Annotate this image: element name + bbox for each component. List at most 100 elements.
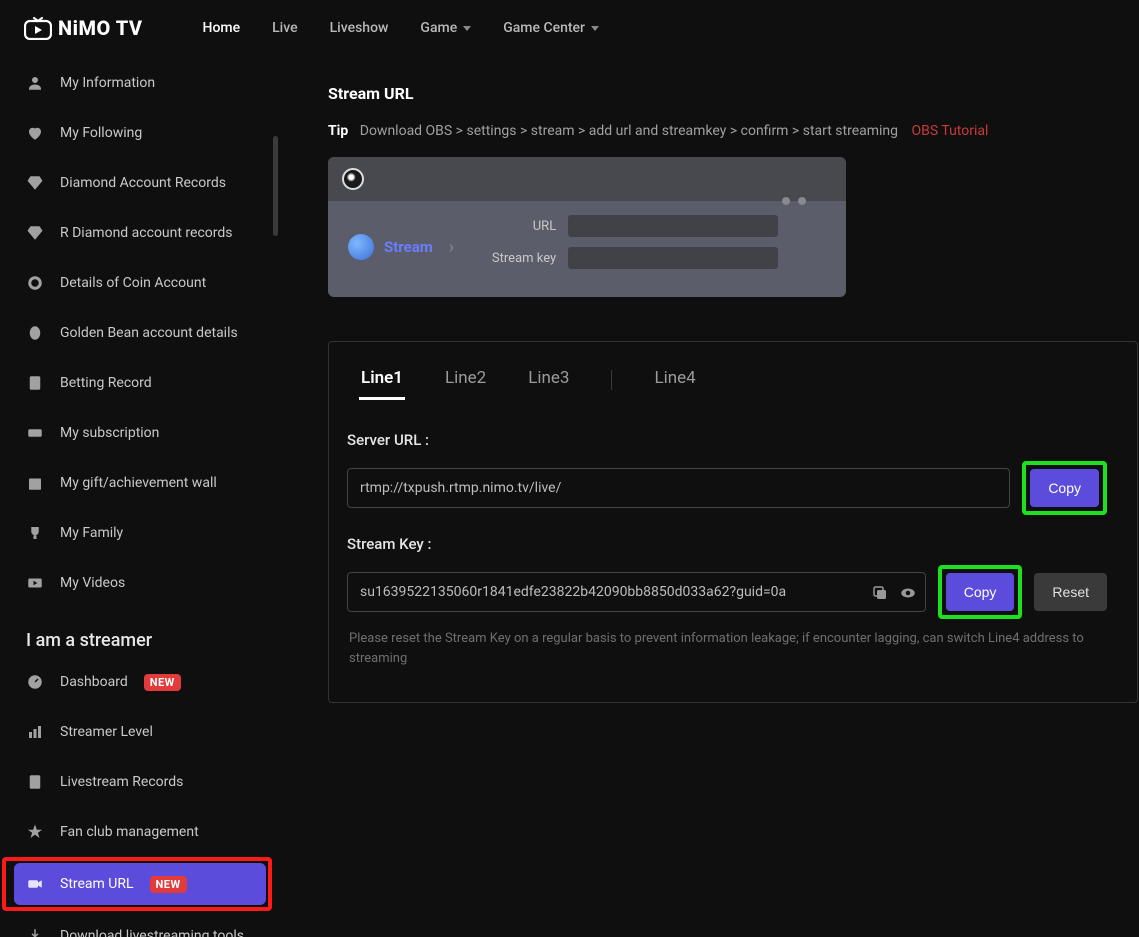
sidebar-item-coin-account[interactable]: Details of Coin Account (14, 262, 266, 304)
nav-game-center[interactable]: Game Center (503, 20, 599, 36)
sidebar-item-gift-wall[interactable]: My gift/achievement wall (14, 462, 266, 504)
sidebar-item-my-information[interactable]: My Information (14, 62, 266, 104)
sidebar-item-label: Download livestreaming tools (60, 927, 244, 937)
copy-stream-key-button[interactable]: Copy (946, 573, 1015, 611)
sidebar-item-label: My subscription (60, 425, 159, 441)
sidebar-item-label: Details of Coin Account (60, 275, 206, 291)
download-icon (26, 927, 44, 937)
ticket-icon (26, 424, 44, 442)
sidebar-item-label: Fan club management (60, 824, 199, 840)
video-icon (26, 574, 44, 592)
sidebar-item-my-following[interactable]: My Following (14, 112, 266, 154)
tip-label: Tip (328, 123, 348, 139)
sidebar-item-dashboard[interactable]: Dashboard NEW (14, 661, 266, 703)
highlight-copy-server: Copy (1022, 461, 1107, 515)
sidebar-item-label: Livestream Records (60, 774, 183, 790)
tip-row: Tip Download OBS > settings > stream > a… (328, 123, 1139, 139)
bean-icon (26, 324, 44, 342)
sidebar-item-label: Dashboard (60, 674, 128, 690)
top-nav: NiMO TV Home Live Liveshow Game Game Cen… (0, 0, 1139, 56)
sidebar-item-betting-record[interactable]: Betting Record (14, 362, 266, 404)
play-tv-icon (24, 16, 52, 40)
obs-stream-label: Stream (384, 238, 433, 256)
eye-icon[interactable] (899, 584, 917, 600)
chevron-down-icon (463, 26, 471, 31)
diamond-icon (26, 224, 44, 242)
stream-key-label: Stream Key : (347, 535, 1107, 553)
window-dots (782, 197, 806, 205)
copy-icon[interactable] (871, 584, 889, 600)
sidebar-item-subscription[interactable]: My subscription (14, 412, 266, 454)
nav-home[interactable]: Home (203, 20, 241, 36)
user-icon (26, 74, 44, 92)
sidebar-item-fan-club[interactable]: Fan club management (14, 811, 266, 853)
gift-icon (26, 474, 44, 492)
copy-server-url-button[interactable]: Copy (1030, 469, 1099, 507)
stream-key-value: su1639522135060r1841edfe23822b42090bb885… (360, 584, 863, 600)
sidebar-item-livestream-records[interactable]: Livestream Records (14, 761, 266, 803)
coin-icon (26, 274, 44, 292)
new-badge: NEW (150, 876, 187, 893)
nav-live[interactable]: Live (272, 20, 297, 36)
server-url-label: Server URL : (347, 431, 1107, 449)
sidebar-item-streamer-level[interactable]: Streamer Level (14, 711, 266, 753)
trophy-icon (26, 524, 44, 542)
sidebar-item-download-tools[interactable]: Download livestreaming tools (14, 915, 266, 937)
highlight-copy-key: Copy (938, 565, 1023, 619)
sidebar: My Information My Following Diamond Acco… (0, 56, 280, 937)
sidebar-item-my-family[interactable]: My Family (14, 512, 266, 554)
tip-text: Download OBS > settings > stream > add u… (360, 123, 898, 139)
sidebar-item-r-diamond-records[interactable]: R Diamond account records (14, 212, 266, 254)
sidebar-item-diamond-records[interactable]: Diamond Account Records (14, 162, 266, 204)
nav-items: Home Live Liveshow Game Game Center (203, 20, 599, 36)
obs-icon (342, 168, 364, 190)
sidebar-item-label: My Videos (60, 575, 125, 591)
obs-key-input (568, 247, 778, 269)
server-url-input[interactable] (347, 468, 1010, 508)
tab-divider (611, 370, 612, 390)
sidebar-section-title: I am a streamer (14, 612, 266, 661)
sidebar-item-label: Betting Record (60, 375, 152, 391)
bars-icon (26, 723, 44, 741)
nav-liveshow[interactable]: Liveshow (330, 20, 389, 36)
star-icon (26, 823, 44, 841)
stream-panel: Line1 Line2 Line3 Line4 Server URL : Cop… (328, 341, 1138, 703)
sidebar-item-label: My Following (60, 125, 142, 141)
sidebar-item-label: My Family (60, 525, 123, 541)
brand-text: NiMO TV (58, 16, 143, 40)
stream-key-input[interactable]: su1639522135060r1841edfe23822b42090bb885… (347, 572, 926, 612)
dashboard-icon (26, 673, 44, 691)
obs-url-input (568, 215, 778, 237)
sidebar-item-label: My gift/achievement wall (60, 475, 217, 491)
page-title: Stream URL (328, 84, 1139, 103)
line-tabs: Line1 Line2 Line3 Line4 (345, 368, 1107, 401)
main-content: Stream URL Tip Download OBS > settings >… (280, 56, 1139, 937)
obs-url-label: URL (474, 219, 556, 234)
tab-line2[interactable]: Line2 (445, 368, 486, 400)
sidebar-item-label: Diamond Account Records (60, 175, 226, 191)
diamond-icon (26, 174, 44, 192)
obs-preview-card: Stream › URL Stream key (328, 157, 846, 297)
sidebar-item-label: Streamer Level (60, 724, 153, 740)
heart-icon (26, 124, 44, 142)
sidebar-item-golden-bean[interactable]: Golden Bean account details (14, 312, 266, 354)
obs-tutorial-link[interactable]: OBS Tutorial (912, 123, 989, 139)
obs-stream-tab: Stream › (348, 234, 454, 260)
tab-line3[interactable]: Line3 (528, 368, 569, 400)
sidebar-item-label: Stream URL (60, 876, 134, 892)
nav-game[interactable]: Game (420, 20, 471, 36)
reset-stream-key-button[interactable]: Reset (1034, 573, 1107, 611)
scrollbar[interactable] (273, 136, 278, 236)
brand-logo[interactable]: NiMO TV (24, 16, 143, 40)
chevron-right-icon: › (449, 237, 454, 258)
tab-line4[interactable]: Line4 (654, 368, 695, 400)
highlight-stream-url: Stream URL NEW (2, 857, 272, 911)
sidebar-item-label: My Information (60, 75, 155, 91)
tab-line1[interactable]: Line1 (361, 368, 403, 400)
obs-key-label: Stream key (474, 251, 556, 266)
sidebar-item-my-videos[interactable]: My Videos (14, 562, 266, 604)
sidebar-item-label: Golden Bean account details (60, 325, 238, 341)
sidebar-item-stream-url[interactable]: Stream URL NEW (14, 863, 266, 905)
clipboard-icon (26, 374, 44, 392)
sidebar-item-label: R Diamond account records (60, 225, 233, 241)
